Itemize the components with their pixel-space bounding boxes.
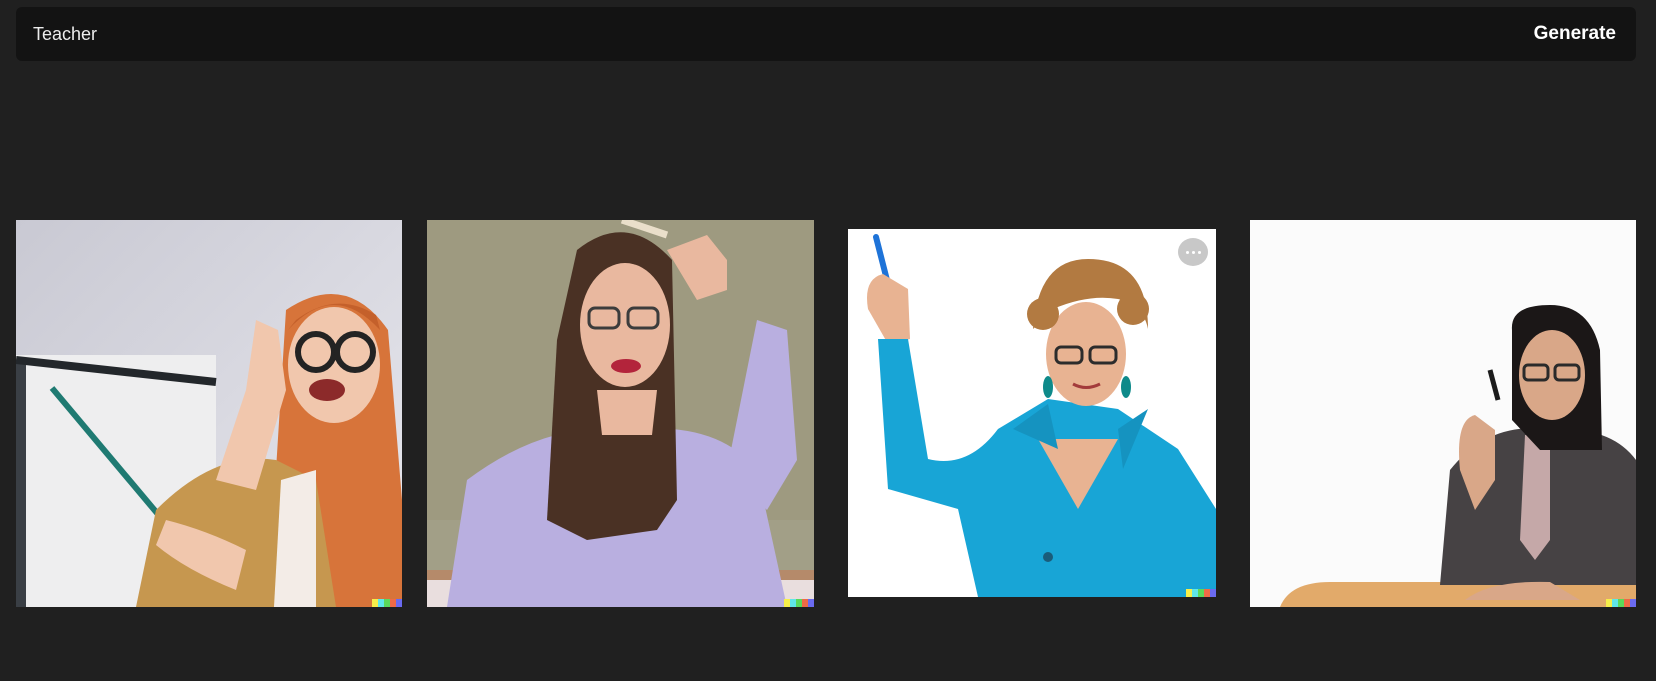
generated-image-2[interactable] <box>427 220 814 607</box>
dot-icon <box>1185 250 1189 254</box>
signature-swatch <box>784 599 814 607</box>
generate-button[interactable]: Generate <box>1514 7 1636 61</box>
more-options-button[interactable] <box>1178 238 1208 266</box>
teacher-redhead-pointer-image <box>16 220 402 607</box>
signature-swatch <box>372 599 402 607</box>
teacher-blue-jacket-raised-marker-image <box>848 229 1216 597</box>
teacher-dark-blazer-pen-image <box>1250 220 1636 607</box>
prompt-input[interactable] <box>33 7 1514 61</box>
signature-swatch <box>1606 599 1636 607</box>
dot-icon <box>1197 250 1201 254</box>
prompt-bar: Generate <box>16 7 1636 61</box>
dot-icon <box>1191 250 1195 254</box>
teacher-brunette-lavender-shirt-image <box>427 220 814 607</box>
generated-image-4[interactable] <box>1250 220 1636 607</box>
signature-swatch <box>1186 589 1216 597</box>
generated-image-1[interactable] <box>16 220 402 607</box>
generated-image-3[interactable] <box>848 229 1216 597</box>
